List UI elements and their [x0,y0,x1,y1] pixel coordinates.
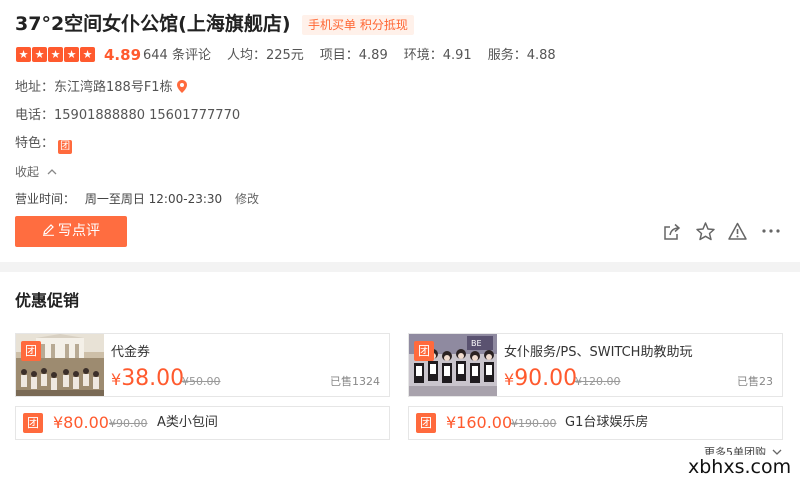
group-buy-badge: 团 [416,413,436,433]
star-icon: ★ [32,47,47,62]
collapse-label: 收起 [15,165,40,179]
group-buy-badge: 团 [414,341,434,361]
deal-row-billiard-room[interactable]: 团 ¥160.00 ¥190.00 G1台球娱乐房 [408,406,783,440]
star-icon: ★ [64,47,79,62]
rating-stats: 644 条评论 人均：225元 项目：4.89 环境：4.91 服务：4.88 [143,47,556,64]
chevron-up-icon [47,169,57,175]
deal-card-maid-service[interactable]: BE 团 女仆服务/PS、SWITCH助教助玩 ¥90.00 ¥120.00 已… [408,333,783,397]
deal-sold-count: 已售1324 [330,375,380,388]
shop-tag: 手机买单 积分抵现 [302,15,414,35]
deal-name: A类小包间 [157,415,218,430]
more-options-icon[interactable] [761,227,781,235]
shop-title: 37°2空间女仆公馆(上海旗舰店) [15,13,291,35]
item-score: 项目：4.89 [319,48,388,63]
deal-original-price: ¥90.00 [109,417,148,430]
collapse-toggle[interactable]: 收起 [15,164,57,180]
deal-original-price: ¥50.00 [182,375,221,388]
phone-value: 15901888880 15601777770 [54,108,241,123]
group-buy-badge: 团 [21,341,41,361]
deal-original-price: ¥120.00 [575,375,621,388]
deal-price: ¥38.00 [111,366,185,391]
favorite-star-icon[interactable] [695,221,716,242]
share-icon[interactable] [662,222,682,242]
hours-row: 营业时间： 周一至周日 12:00-23:30 修改 [15,191,259,207]
deal-name: 代金券 [111,345,151,360]
review-count[interactable]: 644 条评论 [143,47,211,64]
edit-link[interactable]: 修改 [235,192,259,206]
group-buy-badge: 团 [58,140,73,154]
star-icon: ★ [80,47,95,62]
write-review-label: 写点评 [58,223,100,239]
group-buy-badge: 团 [23,413,43,433]
address-label: 地址： [15,80,55,95]
hours-label: 营业时间： [15,192,76,206]
address-value: 东江湾路188号F1栋 [54,80,173,95]
promotions-title: 优惠促销 [15,291,80,310]
deal-name: G1台球娱乐房 [565,415,649,430]
env-score: 环境：4.91 [403,48,472,63]
deal-price: ¥80.00 [53,413,109,432]
phone-label: 电话： [15,108,55,123]
avg-price: 人均：225元 [226,48,304,63]
report-warning-icon[interactable] [727,221,748,242]
deal-price: ¥90.00 [504,366,578,391]
hours-value: 周一至周日 12:00-23:30 [84,192,223,206]
star-rating: ★ ★ ★ ★ ★ [16,47,95,62]
rating-score: 4.89 [104,46,142,64]
write-review-button[interactable]: 写点评 [15,216,127,247]
pencil-icon [43,224,54,236]
star-icon: ★ [16,47,31,62]
deal-card-voucher[interactable]: 团 代金券 ¥38.00 ¥50.00 已售1324 [15,333,390,397]
service-score: 服务：4.88 [487,48,556,63]
feature-label: 特色： [15,136,55,151]
watermark-text: xbhxs.com [686,455,794,479]
deal-original-price: ¥190.00 [511,417,557,430]
map-pin-icon[interactable] [176,80,187,93]
svg-text:BE: BE [471,339,482,348]
star-icon: ★ [48,47,63,62]
phone-row: 电话：15901888880 15601777770 [15,107,240,124]
address-row: 地址：东江湾路188号F1栋 [15,79,187,96]
deal-sold-count: 已售23 [737,375,773,388]
deal-row-small-room[interactable]: 团 ¥80.00 ¥90.00 A类小包间 [15,406,390,440]
deal-name: 女仆服务/PS、SWITCH助教助玩 [504,345,693,360]
feature-row: 特色： 团 [15,135,73,154]
deal-price: ¥160.00 [446,413,513,432]
